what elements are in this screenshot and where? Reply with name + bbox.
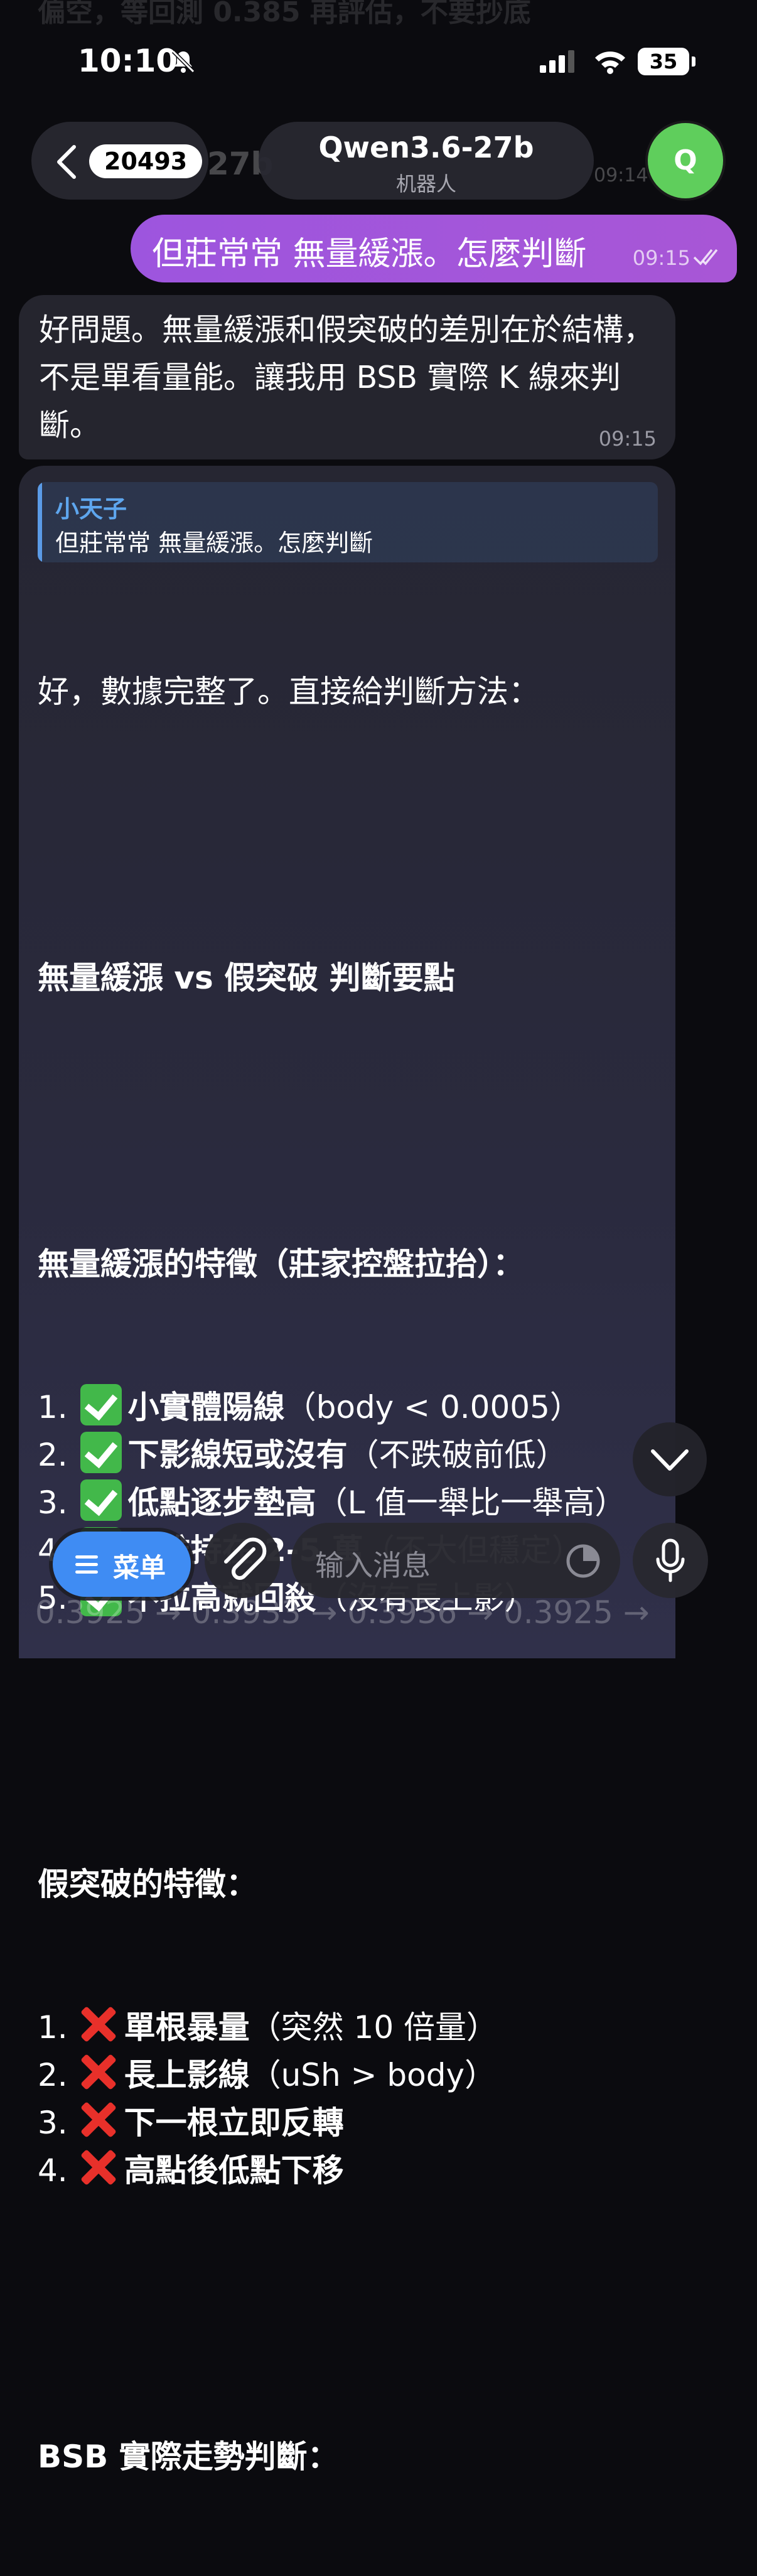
reply-quote[interactable]: 小天子 但莊常常 無量緩漲。怎麼判斷 xyxy=(38,482,658,562)
section-title: 假突破的特徵： xyxy=(38,1866,257,1902)
cellular-signal-icon xyxy=(540,50,574,73)
chat-title: Qwen3.6-27b xyxy=(318,131,534,164)
message-time: 09:15 xyxy=(598,427,657,451)
incoming-message[interactable]: 好問題。無量緩漲和假突破的差別在於結構，不是單看量能。讓我用 BSB 實際 K … xyxy=(19,295,675,459)
battery-indicator: 35 xyxy=(638,48,695,75)
item-detail: （L 值一舉比一舉高） xyxy=(316,1484,626,1521)
chat-title-area[interactable]: Qwen3.6-27b 机器人 xyxy=(259,122,594,200)
outgoing-message[interactable]: 但莊常常 無量緩漲。怎麼判斷 09:15 xyxy=(131,215,737,282)
menu-label: 菜单 xyxy=(113,1552,166,1583)
item-number: 2. xyxy=(38,1437,78,1473)
reply-text: 但莊常常 無量緩漲。怎麼判斷 xyxy=(55,529,373,557)
item-number: 3. xyxy=(38,2105,78,2141)
incoming-message[interactable]: 小天子 但莊常常 無量緩漲。怎麼判斷 好，數據完整了。直接給判斷方法： 無量緩漲… xyxy=(19,466,675,2475)
message-text: 但莊常常 無量緩漲。怎麼判斷 xyxy=(152,235,587,273)
microphone-button[interactable] xyxy=(633,1523,708,1598)
list-item: 1. 單根暴量（突然 10 倍量） xyxy=(38,2004,657,2051)
item-title: 長上影線 xyxy=(124,2057,250,2093)
heading-line: 無量緩漲 vs 假突破 判斷要點 xyxy=(38,960,455,996)
list-item: 2. 長上影線（uSh > body） xyxy=(38,2051,657,2099)
input-placeholder: 输入消息 xyxy=(315,1548,431,1582)
item-title: 下一根立即反轉 xyxy=(124,2105,344,2141)
item-title: 高點後低點下移 xyxy=(124,2152,344,2189)
item-number: 1. xyxy=(38,2009,78,2046)
item-number: 3. xyxy=(38,1484,78,1521)
chevron-left-icon xyxy=(57,145,76,179)
previous-message-text: 偏空，等回測 0.385 再評估，不要抄底 xyxy=(38,0,531,28)
menu-icon xyxy=(75,1555,98,1574)
paperclip-icon xyxy=(224,1537,267,1580)
chevron-down-icon xyxy=(651,1449,689,1471)
item-title: 小實體陽線 xyxy=(127,1389,285,1425)
microphone-icon xyxy=(656,1538,685,1582)
avatar[interactable]: Q xyxy=(648,123,723,198)
item-title: 低點逐步墊高 xyxy=(127,1484,316,1521)
cross-mark-icon xyxy=(78,2052,118,2092)
item-number: 4. xyxy=(38,2152,78,2189)
cross-mark-icon xyxy=(78,2147,118,2187)
cross-mark-icon xyxy=(78,2004,118,2044)
double-check-icon xyxy=(693,249,718,266)
status-bar: 10:10 35 xyxy=(0,35,757,85)
check-mark-icon xyxy=(80,1432,122,1473)
check-mark-icon xyxy=(80,1479,122,1521)
cross-mark-icon xyxy=(78,2100,118,2140)
message-input[interactable]: 输入消息 xyxy=(291,1523,620,1598)
chat-subtitle: 机器人 xyxy=(395,172,456,196)
bell-muted-icon xyxy=(171,50,195,73)
message-time: 09:15 xyxy=(632,246,690,270)
item-title: 下影線短或沒有 xyxy=(127,1437,348,1473)
item-title: 單根暴量 xyxy=(124,2009,250,2046)
sticker-icon[interactable] xyxy=(565,1543,601,1579)
input-bar: 菜单 输入消息 xyxy=(0,1519,757,1607)
item-number: 1. xyxy=(38,1389,78,1425)
check-mark-icon xyxy=(80,1384,122,1425)
item-detail: （uSh > body） xyxy=(249,2057,497,2093)
section-title: 無量緩漲的特徵（莊家控盤拉抬）： xyxy=(38,1246,524,1282)
item-detail: （突然 10 倍量） xyxy=(249,2009,498,2046)
attach-button[interactable] xyxy=(205,1523,280,1598)
false-breakout-list: 1. 單根暴量（突然 10 倍量） 2. 長上影線（uSh > body） 3. 下… xyxy=(38,2004,657,2194)
item-detail: （body < 0.0005） xyxy=(284,1389,581,1425)
list-item: 1. 小實體陽線（body < 0.0005） xyxy=(38,1383,657,1431)
list-item: 2. 下影線短或沒有（不跌破前低） xyxy=(38,1431,657,1479)
item-detail: （不跌破前低） xyxy=(347,1437,567,1473)
back-button[interactable]: 20493 xyxy=(31,122,208,200)
wifi-icon xyxy=(595,51,625,74)
scroll-down-button[interactable] xyxy=(633,1422,707,1496)
reply-sender-name: 小天子 xyxy=(55,495,127,523)
reply-accent-bar xyxy=(38,482,42,562)
section-title: BSB 實際走勢判斷： xyxy=(38,2439,339,2475)
unread-count-badge: 20493 xyxy=(89,144,203,178)
list-item: 3. 下一根立即反轉 xyxy=(38,2099,657,2147)
item-number: 2. xyxy=(38,2057,78,2093)
menu-button[interactable]: 菜单 xyxy=(53,1532,191,1597)
intro-line: 好，數據完整了。直接給判斷方法： xyxy=(38,674,540,710)
message-text: 好問題。無量緩漲和假突破的差別在於結構，不是單看量能。讓我用 BSB 實際 K … xyxy=(39,312,655,443)
status-time: 10:10 xyxy=(78,43,178,79)
list-item: 4. 高點後低點下移 xyxy=(38,2147,657,2194)
chat-header: 20493 Qwen3.6-27b 机器人 Q xyxy=(0,119,757,201)
